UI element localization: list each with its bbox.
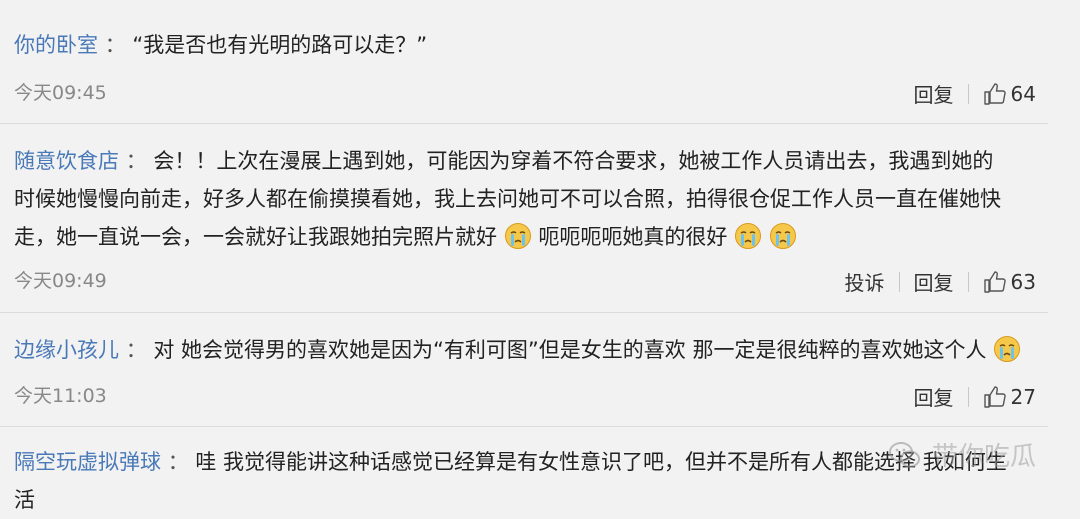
comment-text-line: 活: [14, 488, 35, 512]
crying-face-icon: [504, 223, 531, 249]
comment-body: 会！！上次在漫展上遇到她，可能因为穿着不符合要求，她被工作人员请出去，我遇到她的: [153, 149, 994, 173]
reply-button[interactable]: 回复: [914, 382, 954, 411]
thumbs-up-icon[interactable]: [983, 270, 1007, 294]
action-divider: [967, 271, 969, 292]
thumbs-up-icon[interactable]: [983, 82, 1007, 106]
comment-text-line: 隔空玩虚拟弹球 ： 哇 我觉得能讲这种话感觉已经算是有女性意识了吧，但并不是所有…: [14, 443, 1034, 481]
comment-text-line: 你的卧室 ： “我是否也有光明的路可以走？”: [14, 26, 1034, 64]
username-separator: ：: [125, 149, 147, 173]
comment-actions: 回复 64: [914, 79, 1036, 108]
comment-text-line: 时候她慢慢向前走，好多人都在偷摸摸看她，我上去问她可不可以合照，拍得很仓促工作人…: [14, 187, 1001, 211]
comment-item: 你的卧室 ： “我是否也有光明的路可以走？” 今天09:45 回复 64: [0, 0, 1048, 124]
comment-item: 边缘小孩儿 ： 对 她会觉得男的喜欢她是因为“有利可图”但是女生的喜欢 那一定是…: [0, 313, 1048, 427]
crying-face-icon: [769, 223, 796, 249]
like-count: 63: [1010, 269, 1036, 294]
reply-button[interactable]: 回复: [914, 79, 954, 108]
comment-body: “我是否也有光明的路可以走？”: [132, 33, 428, 57]
comment-text-line: 随意饮食店 ： 会！！上次在漫展上遇到她，可能因为穿着不符合要求，她被工作人员请…: [14, 142, 1034, 180]
watermark: 带你吃瓜: [888, 436, 1036, 473]
thumbs-up-icon[interactable]: [983, 385, 1007, 409]
comment-body: 哇 我觉得能讲这种话感觉已经算是有女性意识了吧，但并不是所有人都能选择 我如何生: [195, 450, 1007, 474]
comment-timestamp: 今天11:03: [14, 385, 107, 407]
comment-username[interactable]: 随意饮食店: [14, 149, 119, 173]
crying-face-icon: [735, 223, 762, 249]
comment-username[interactable]: 边缘小孩儿: [14, 338, 119, 362]
comment-timestamp: 今天09:49: [14, 270, 107, 292]
crying-face-icon: [994, 336, 1021, 362]
comment-body: 走，她一直说一会，一会就好让我跟她拍完照片就好: [14, 225, 497, 249]
username-separator: ：: [125, 338, 147, 362]
wechat-icon: [888, 441, 920, 467]
like-count: 27: [1010, 384, 1036, 409]
comment-item: 随意饮食店 ： 会！！上次在漫展上遇到她，可能因为穿着不符合要求，她被工作人员请…: [0, 124, 1048, 313]
comment-actions: 回复 27: [914, 382, 1036, 411]
comment-body: 对 她会觉得男的喜欢她是因为“有利可图”但是女生的喜欢 那一定是很纯粹的喜欢她这…: [153, 338, 987, 362]
comment-text-line: 边缘小孩儿 ： 对 她会觉得男的喜欢她是因为“有利可图”但是女生的喜欢 那一定是…: [14, 331, 1034, 369]
username-separator: ：: [104, 33, 126, 57]
report-button[interactable]: 投诉: [845, 267, 885, 296]
comment-timestamp: 今天09:45: [14, 82, 107, 104]
comment-body: 呃呃呃呃她真的很好: [538, 225, 728, 249]
reply-button[interactable]: 回复: [914, 267, 954, 296]
comment-username[interactable]: 隔空玩虚拟弹球: [14, 450, 161, 474]
action-divider: [898, 271, 900, 292]
watermark-text: 带你吃瓜: [931, 442, 1036, 472]
like-count: 64: [1010, 81, 1036, 106]
action-divider: [967, 83, 969, 104]
comment-text-line: 走，她一直说一会，一会就好让我跟她拍完照片就好 呃呃呃呃她真的很好: [14, 218, 1034, 256]
comment-username[interactable]: 你的卧室: [14, 33, 98, 57]
comment-actions: 投诉 回复 63: [845, 267, 1036, 296]
username-separator: ：: [167, 450, 189, 474]
action-divider: [967, 386, 969, 407]
